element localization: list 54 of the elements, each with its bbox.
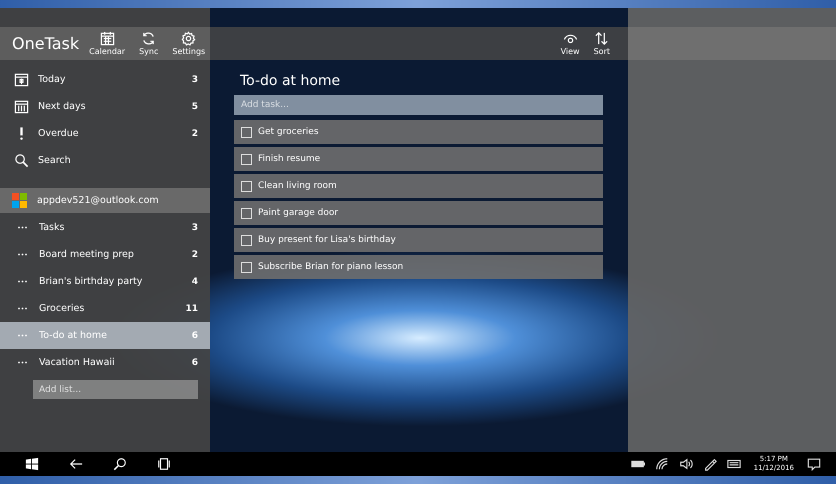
more-dots-icon[interactable] (18, 226, 27, 229)
checkbox[interactable] (241, 180, 252, 192)
list-item[interactable]: Brian's birthday party 4 (0, 268, 210, 295)
calendar-week-icon (14, 99, 29, 114)
toolbar-button[interactable]: Sync (135, 31, 162, 56)
nav-item[interactable]: Next days 5 (0, 93, 210, 120)
sort-arrows-icon (594, 31, 610, 46)
add-task-field[interactable]: Add task... (234, 95, 603, 115)
nav-item[interactable]: Search (0, 147, 210, 174)
speaker-icon (678, 457, 693, 471)
list-item[interactable]: Tasks 3 (0, 214, 210, 241)
list-item[interactable]: Board meeting prep 2 (0, 241, 210, 268)
pen-icon (702, 457, 717, 471)
keyboard-icon (726, 457, 741, 471)
more-dots-icon[interactable] (18, 280, 27, 283)
calendar-day-icon (14, 72, 29, 87)
windows-start-icon[interactable] (25, 457, 39, 471)
list-item[interactable]: Groceries 11 (0, 295, 210, 322)
account-email: appdev521@outlook.com (37, 195, 159, 206)
more-dots-icon[interactable] (18, 334, 27, 337)
settings-icon (181, 31, 196, 46)
sync-icon (141, 31, 156, 46)
nav-item[interactable]: Today 3 (0, 66, 210, 93)
task-label: Buy present for Lisa's birthday (258, 235, 396, 245)
task-label: Paint garage door (258, 208, 338, 218)
more-dots-icon[interactable] (18, 253, 27, 256)
more-dots-icon[interactable] (18, 361, 27, 364)
nav-item[interactable]: Overdue 2 (0, 120, 210, 147)
checkbox[interactable] (241, 262, 252, 272)
toolbar-button[interactable]: Calendar (85, 31, 130, 56)
task-label: Subscribe Brian for piano lesson (258, 262, 404, 272)
checkbox[interactable] (241, 208, 252, 218)
list-title: To-do at home (240, 73, 342, 89)
back-arrow-icon[interactable] (69, 457, 83, 471)
toolbar-button[interactable]: Sort (590, 31, 614, 56)
wifi-icon (654, 457, 669, 471)
add-list-field[interactable]: Add list... (33, 380, 198, 399)
search-icon[interactable] (113, 457, 127, 471)
checkbox[interactable] (241, 154, 252, 164)
task-label: Finish resume (258, 154, 320, 164)
task-label: Get groceries (258, 127, 319, 137)
app-title: OneTask (12, 34, 80, 53)
toolbar-button[interactable]: View (556, 31, 584, 56)
checkbox[interactable] (241, 126, 252, 138)
toolbar-button[interactable]: Settings (168, 31, 210, 56)
list-item[interactable]: Vacation Hawaii 6 (0, 349, 210, 376)
more-dots-icon[interactable] (18, 307, 27, 310)
speech-bubble-icon[interactable] (807, 457, 821, 471)
checkbox[interactable] (241, 234, 252, 246)
four-squares-logo-icon (12, 193, 27, 208)
calendar-icon (100, 31, 115, 46)
search-icon (14, 153, 29, 168)
task-view-icon[interactable] (157, 457, 171, 471)
task-label: Clean living room (258, 181, 337, 191)
